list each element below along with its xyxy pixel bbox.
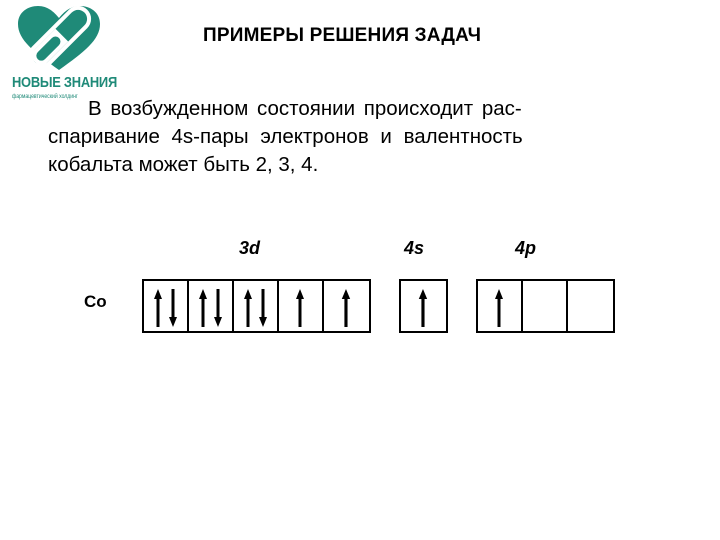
sublevel-label-4s: 4s: [404, 238, 425, 258]
electron-spin-up-icon: [244, 289, 252, 327]
electron-spin-up-icon: [418, 289, 428, 327]
orbital-cell: [279, 281, 324, 331]
orbital-cell: [401, 281, 446, 331]
paragraph-line: В возбужденном состоянии происходит рас-: [88, 97, 522, 120]
explanation-paragraph: В возбужденном состоянии происходит рас-…: [48, 95, 648, 179]
orbital-cell: [234, 281, 279, 331]
sublevel-label-4p: 4p: [515, 238, 537, 258]
electron-spin-up-icon: [154, 289, 162, 327]
orbital-boxes-4s: [399, 279, 448, 333]
page-title: ПРИМЕРЫ РЕШЕНИЯ ЗАДАЧ: [203, 25, 482, 46]
orbital-cell: [189, 281, 234, 331]
orbital-cell: [568, 281, 613, 331]
electron-spin-up-icon: [296, 289, 304, 327]
orbital-cell: [478, 281, 523, 331]
element-symbol: Co: [84, 292, 107, 311]
orbital-cell: [523, 281, 568, 331]
electron-spin-down-icon: [169, 289, 177, 327]
sublevel-label-3d: 3d: [239, 238, 261, 258]
logo-brand-text: НОВЫЕ ЗНАНИЯ: [12, 74, 117, 91]
electron-spin-down-icon: [214, 289, 222, 327]
orbital-cell: [144, 281, 189, 331]
paragraph-line: спаривание 4s-пары электронов и валентно…: [48, 125, 523, 148]
electron-spin-up-icon: [199, 289, 207, 327]
orbital-boxes-4p: [476, 279, 615, 333]
electron-spin-up-icon: [341, 289, 351, 327]
electron-spin-up-icon: [495, 289, 503, 327]
paragraph-line: кобальта может быть 2, 3, 4.: [48, 153, 319, 176]
orbital-cell: [324, 281, 369, 331]
electron-spin-down-icon: [259, 289, 267, 327]
orbital-boxes-3d: [142, 279, 371, 333]
